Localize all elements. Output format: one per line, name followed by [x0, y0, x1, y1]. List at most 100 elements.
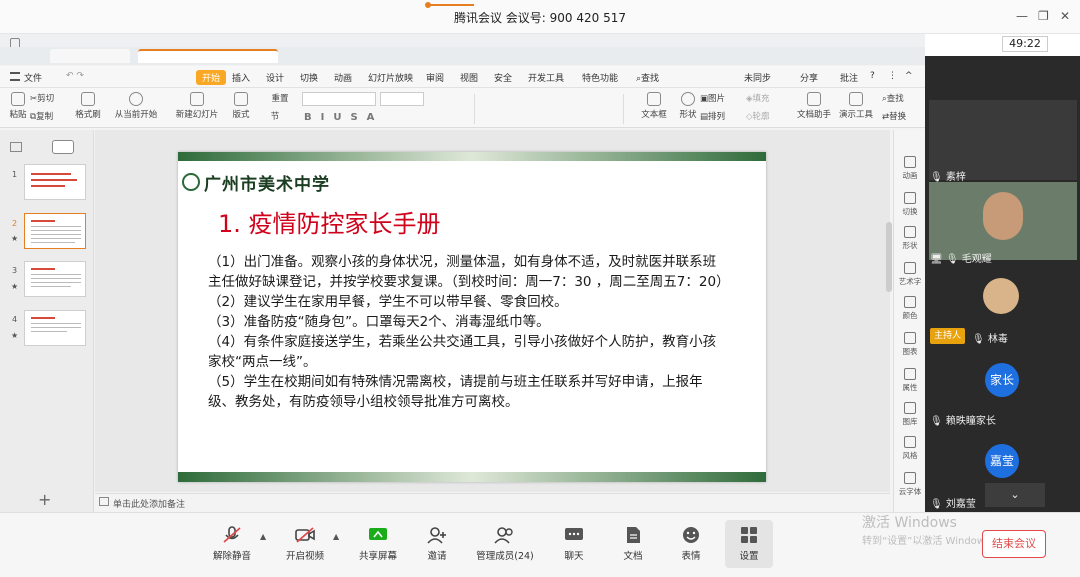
menu-design[interactable]: 设计 [266, 71, 284, 84]
settings-button[interactable]: 设置 [719, 526, 779, 562]
rail-chart[interactable]: 图表 [894, 332, 926, 357]
rail-shape[interactable]: 形状 [894, 226, 926, 251]
invite-button[interactable]: 邀请 [407, 526, 467, 562]
chevron-up-icon[interactable]: ▲ [333, 532, 339, 541]
slide-thumbnail-1[interactable] [24, 164, 86, 200]
invite-label: 邀请 [427, 551, 447, 562]
paragraph: （1）出门准备。观察小孩的身体状况，测量体温，如有身体不适，及时就医并联系班主任… [208, 254, 730, 290]
doc-assistant-button[interactable]: 文档助手 [792, 92, 836, 120]
menu-view[interactable]: 视图 [460, 71, 478, 84]
participant-face [983, 192, 1023, 240]
new-slide-button[interactable]: 新建幻灯片 [172, 92, 222, 120]
font-family-select[interactable] [302, 92, 376, 106]
section-label: 节 [270, 112, 280, 122]
paragraph-controls[interactable] [474, 94, 624, 124]
add-slide-icon[interactable]: + [38, 490, 51, 509]
font-size-select[interactable] [380, 92, 424, 106]
rail-color[interactable]: 颜色 [894, 296, 926, 321]
chat-button[interactable]: 聊天 [544, 526, 604, 562]
end-meeting-button[interactable]: 结束会议 [982, 530, 1046, 558]
slide-thumbnail-2[interactable] [24, 213, 86, 249]
rail-style[interactable]: 风格 [894, 436, 926, 461]
tab-doc-active[interactable] [138, 49, 278, 63]
rail-wordart[interactable]: 艺术字 [894, 262, 926, 287]
menu-devtools[interactable]: 开发工具 [528, 71, 564, 84]
manage-members-button[interactable]: 管理成员(24) [470, 526, 540, 562]
close-icon[interactable]: ✕ [1060, 9, 1070, 23]
restore-icon[interactable]: ❐ [1038, 9, 1049, 23]
shape-label: 形状 [679, 110, 697, 120]
collapse-ribbon-icon[interactable]: ^ [905, 71, 913, 81]
presentation-tools-button[interactable]: 演示工具 [834, 92, 878, 120]
emoji-button[interactable]: 表情 [661, 526, 721, 562]
doc-assistant-icon [807, 92, 821, 106]
fill-button[interactable]: ◈填充 [746, 92, 786, 104]
participant-name-label: 刘嘉莹 [945, 499, 976, 510]
menu-animation[interactable]: 动画 [334, 71, 352, 84]
slide-thumbnail-4[interactable] [24, 310, 86, 346]
reset-button[interactable]: 重置 [260, 92, 300, 104]
help-icon[interactable]: ? [870, 71, 875, 81]
menu-icon[interactable] [10, 72, 20, 81]
rail-cloudfont-label: 云字体 [898, 487, 922, 496]
menu-review[interactable]: 审阅 [426, 71, 444, 84]
outline-button[interactable]: ◇轮廓 [746, 110, 786, 122]
tab-doc-1[interactable] [50, 49, 130, 63]
documents-button[interactable]: 文档 [603, 526, 663, 562]
rail-animation[interactable]: 动画 [894, 156, 926, 181]
outline-view-icon[interactable] [10, 142, 22, 152]
canvas-scrollbar[interactable] [886, 222, 892, 292]
comment-button[interactable]: 批注 [840, 71, 858, 84]
more-icon[interactable]: ⋮ [888, 71, 897, 81]
wps-doc-tabs [0, 47, 925, 65]
slide-view-icon[interactable] [52, 140, 74, 154]
copy-button[interactable]: ⧉复制 [30, 110, 70, 122]
start-video-button[interactable]: 开启视频 [275, 526, 335, 562]
layout-button[interactable]: 版式 [224, 92, 258, 120]
notes-bar[interactable]: 单击此处添加备注 [95, 493, 890, 511]
text-format-icons[interactable]: BIUSA [304, 112, 383, 123]
tab-home[interactable] [8, 49, 40, 63]
cut-button[interactable]: ✂剪切 [30, 92, 70, 104]
play-from-current-button[interactable]: 从当前开始 [110, 92, 162, 120]
replace-button[interactable]: ⇄替换 [882, 110, 922, 122]
doc-assistant-label: 文档助手 [796, 110, 831, 120]
menu-transition[interactable]: 切换 [300, 71, 318, 84]
fill-label: 填充 [752, 94, 770, 104]
menu-slideshow[interactable]: 幻灯片放映 [368, 71, 413, 84]
menu-file[interactable]: 文件 [24, 71, 42, 84]
video-tile-2[interactable] [929, 182, 1077, 260]
star-icon: ★ [11, 234, 19, 243]
current-slide[interactable]: 广州市美术中学 1. 疫情防控家长手册 （1）出门准备。观察小孩的身体状况，测量… [178, 152, 766, 482]
arrange-button[interactable]: ▤排列 [700, 110, 740, 122]
paragraph: （2）建议学生在家用早餐，学生不可以带早餐、零食回校。 [208, 294, 568, 310]
chevron-down-icon[interactable]: ⌄ [985, 483, 1045, 507]
find-button[interactable]: ⌕查找 [882, 92, 922, 104]
picture-button[interactable]: ▣图片 [700, 92, 740, 104]
menu-insert[interactable]: 插入 [232, 71, 250, 84]
mic-icon: 🎙 [930, 172, 946, 183]
sync-status[interactable]: 未同步 [744, 71, 771, 84]
undo-redo-icons[interactable]: ↶ ↷ [66, 71, 84, 81]
rail-cloudfont[interactable]: 云字体 [894, 472, 926, 497]
invite-icon [427, 527, 446, 544]
paste-icon [11, 92, 25, 106]
rail-properties[interactable]: 属性 [894, 368, 926, 393]
chat-label: 聊天 [564, 551, 584, 562]
unmute-button[interactable]: 解除静音 [202, 526, 262, 562]
brush-icon [81, 92, 95, 106]
menu-start[interactable]: 开始 [196, 70, 227, 85]
format-painter-button[interactable]: 格式刷 [66, 92, 110, 120]
chevron-up-icon[interactable]: ▲ [260, 532, 266, 541]
menu-security[interactable]: 安全 [494, 71, 512, 84]
minimize-icon[interactable]: — [1016, 9, 1028, 23]
share-screen-button[interactable]: 共享屏幕 [348, 526, 408, 562]
menu-search[interactable]: ⌕查找 [636, 71, 659, 84]
slide-thumbnail-3[interactable] [24, 261, 86, 297]
share-button[interactable]: 分享 [800, 71, 818, 84]
slide-number: 3 [12, 266, 18, 275]
rail-gallery[interactable]: 图库 [894, 402, 926, 427]
rail-transition[interactable]: 切换 [894, 192, 926, 217]
section-button[interactable]: 节 [258, 110, 292, 122]
menu-features[interactable]: 特色功能 [582, 71, 618, 84]
